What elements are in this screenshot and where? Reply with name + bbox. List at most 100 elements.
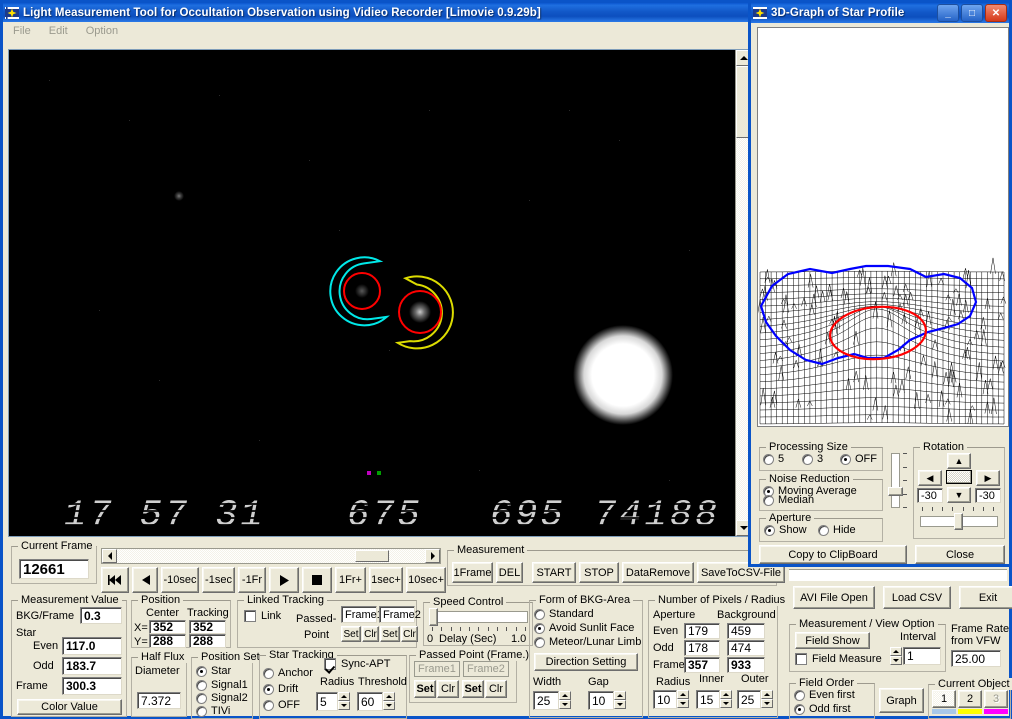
play-button[interactable]: [269, 567, 299, 593]
interval-spin-down[interactable]: [890, 656, 902, 665]
star-tracking-anchor[interactable]: Anchor: [263, 667, 313, 679]
rotation-left-value[interactable]: -30: [917, 488, 943, 503]
bkg-width-spin-down[interactable]: [559, 700, 571, 709]
back-1sec-button[interactable]: -1sec: [202, 567, 235, 593]
bkg-standard-radio[interactable]: Standard: [534, 608, 594, 620]
forward-1frame-button[interactable]: 1Fr+: [335, 567, 366, 593]
back-1frame-button[interactable]: -1Fr: [238, 567, 266, 593]
threshold-spin-up[interactable]: [383, 692, 395, 701]
outer-radius-input[interactable]: 25: [737, 690, 761, 709]
aperture-show[interactable]: Show: [764, 524, 807, 536]
load-csv-button[interactable]: Load CSV: [883, 586, 951, 609]
passed-set2-button[interactable]: Set: [462, 680, 484, 698]
forward-10sec-button[interactable]: 10sec+: [406, 567, 446, 593]
measure-start-button[interactable]: START: [532, 562, 576, 583]
processing-size-3[interactable]: 3: [802, 453, 823, 465]
pixels-even-background[interactable]: 459: [727, 623, 765, 639]
star-frame-value[interactable]: 300.3: [62, 677, 122, 695]
pixels-frame-aperture[interactable]: 357: [684, 657, 720, 673]
noise-median[interactable]: Median: [763, 494, 814, 506]
threshold-spinner[interactable]: [383, 692, 395, 710]
outer-spin-up[interactable]: [761, 690, 773, 699]
rotate-right-button[interactable]: ▶: [976, 470, 1000, 486]
field-measure-checkbox[interactable]: Field Measure: [795, 653, 882, 665]
data-remove-button[interactable]: DataRemove: [622, 562, 694, 583]
position-set-star[interactable]: Star: [196, 665, 231, 677]
processing-size-5[interactable]: 5: [763, 453, 784, 465]
current-object-3-button[interactable]: 3: [984, 690, 1008, 708]
graph3d-plot-area[interactable]: [757, 27, 1009, 427]
direction-setting-button[interactable]: Direction Setting: [534, 653, 638, 671]
menu-file[interactable]: File: [13, 25, 31, 37]
position-x-tracking[interactable]: 352: [189, 620, 226, 634]
linked-frame2-field[interactable]: Frame2: [379, 606, 421, 623]
exit-button[interactable]: Exit: [959, 586, 1012, 609]
graph3d-zoom-slider-track[interactable]: [891, 453, 900, 508]
measure-stop-button[interactable]: STOP: [579, 562, 619, 583]
radius-spin-down[interactable]: [338, 701, 350, 710]
passed-frame2-field[interactable]: Frame2: [463, 661, 509, 677]
passed-clr2-button[interactable]: Clr: [485, 680, 507, 698]
rotate-center-button[interactable]: [946, 470, 972, 484]
half-flux-value[interactable]: 7.372: [137, 692, 181, 709]
frame-scroll-right-arrow[interactable]: [425, 549, 440, 563]
passed-frame1-field[interactable]: Frame1: [414, 661, 460, 677]
rotation-slider-thumb[interactable]: [954, 513, 963, 530]
inner-radius-spinner[interactable]: [720, 690, 732, 708]
frame-position-scrollbar[interactable]: [101, 548, 441, 564]
star-even-value[interactable]: 117.0: [62, 637, 122, 655]
link-checkbox[interactable]: Link: [244, 610, 281, 622]
stop-button[interactable]: [302, 567, 332, 593]
bkg-gap-input[interactable]: 10: [588, 691, 614, 710]
step-back-button[interactable]: [132, 567, 158, 593]
field-order-even-first[interactable]: Even first: [794, 689, 855, 701]
position-x-center[interactable]: 352: [149, 620, 186, 634]
rotation-right-value[interactable]: -30: [975, 488, 1001, 503]
graph3d-close-button[interactable]: Close: [915, 545, 1005, 564]
bkg-gap-spinner[interactable]: [614, 691, 626, 709]
measure-del-button[interactable]: DEL: [496, 562, 523, 583]
field-show-button[interactable]: Field Show: [795, 632, 870, 649]
linked-clr1-button[interactable]: Clr: [362, 626, 379, 642]
interval-input[interactable]: 1: [903, 647, 941, 665]
inner-spin-down[interactable]: [720, 699, 732, 708]
sync-apt-checkbox[interactable]: Sync-APT: [324, 658, 391, 670]
position-set-signal2[interactable]: Signal2: [196, 692, 248, 704]
passed-clr1-button[interactable]: Clr: [437, 680, 459, 698]
bkg-gap-spin-down[interactable]: [614, 700, 626, 709]
bkg-width-input[interactable]: 25: [533, 691, 559, 710]
measure-1frame-button[interactable]: 1Frame: [452, 562, 493, 583]
menu-edit[interactable]: Edit: [49, 25, 68, 37]
threshold-spin-down[interactable]: [383, 701, 395, 710]
inner-radius-input[interactable]: 15: [696, 690, 720, 709]
radius-spin-up[interactable]: [338, 692, 350, 701]
bkg-width-spin-up[interactable]: [559, 691, 571, 700]
frame-scroll-thumb[interactable]: [355, 550, 389, 562]
rotate-left-button[interactable]: ◀: [918, 470, 942, 486]
rewind-button[interactable]: [101, 567, 129, 593]
bkg-avoid-sunlit-radio[interactable]: Avoid Sunlit Face: [534, 622, 634, 634]
aperture-hide[interactable]: Hide: [818, 524, 856, 536]
back-10sec-button[interactable]: -10sec: [161, 567, 199, 593]
star-tracking-off[interactable]: OFF: [263, 699, 300, 711]
copy-to-clipboard-button[interactable]: Copy to ClipBoard: [759, 545, 907, 564]
linked-clr2-button[interactable]: Clr: [401, 626, 418, 642]
outer-radius-spinner[interactable]: [761, 690, 773, 708]
bkg-meteor-limb-radio[interactable]: Meteor/Lunar Limb: [534, 636, 641, 648]
linked-set1-button[interactable]: Set: [341, 626, 361, 642]
forward-1sec-button[interactable]: 1sec+: [369, 567, 403, 593]
inner-spin-up[interactable]: [720, 690, 732, 699]
star-odd-value[interactable]: 183.7: [62, 657, 122, 675]
pixels-odd-aperture[interactable]: 178: [684, 640, 720, 656]
passed-set1-button[interactable]: Set: [414, 680, 436, 698]
radius-spin-up[interactable]: [677, 690, 689, 699]
speed-slider-track[interactable]: [430, 611, 528, 623]
position-set-signal1[interactable]: Signal1: [196, 679, 248, 691]
star-tracking-drift[interactable]: Drift: [263, 683, 298, 695]
bkg-gap-spin-up[interactable]: [614, 691, 626, 700]
rotate-down-button[interactable]: ▼: [947, 487, 971, 503]
bkg-width-spinner[interactable]: [559, 691, 571, 709]
frame-scroll-left-arrow[interactable]: [102, 549, 117, 563]
pixels-odd-background[interactable]: 474: [727, 640, 765, 656]
pixels-even-aperture[interactable]: 179: [684, 623, 720, 639]
